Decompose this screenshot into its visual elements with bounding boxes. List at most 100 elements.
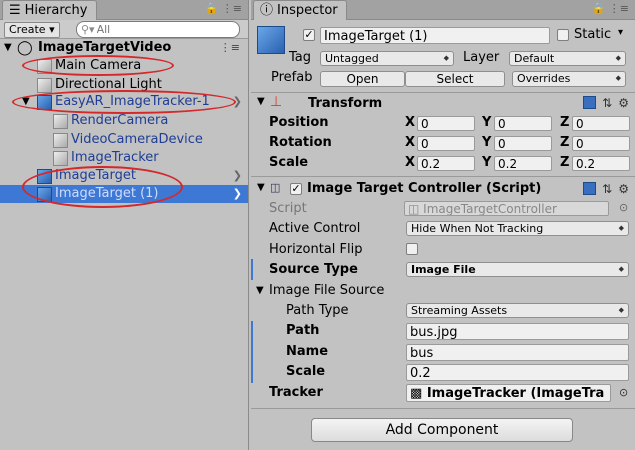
expand-arrow-icon[interactable]: ▼: [4, 39, 12, 57]
transform-header-icons: ⇅ ⚙: [583, 96, 629, 110]
rotation-x-value: 0: [421, 137, 429, 151]
search-input[interactable]: [94, 22, 219, 37]
chevron-right-icon[interactable]: ❯: [233, 93, 242, 111]
static-dropdown-arrow-icon[interactable]: ▾: [618, 27, 623, 38]
tab-hierarchy[interactable]: ☰ Hierarchy: [2, 0, 97, 20]
tracker-field[interactable]: ▩ ImageTracker (ImageTra: [406, 384, 611, 402]
transform-title: Transform: [308, 96, 383, 111]
hierarchy-item-main-camera[interactable]: Main Camera: [0, 57, 248, 75]
hierarchy-item-image-target[interactable]: ImageTarget ❯: [0, 167, 248, 185]
scale-z-field[interactable]: 0.2: [572, 156, 630, 171]
hierarchy-search[interactable]: ⚲▾: [76, 21, 240, 38]
divider: [251, 408, 635, 409]
item-label: EasyAR_ImageTracker-1: [55, 94, 210, 109]
lock-icon[interactable]: 🔒: [205, 2, 219, 15]
script-value: ImageTargetController: [423, 202, 557, 216]
static-label: Static: [574, 27, 612, 42]
static-checkbox[interactable]: [557, 29, 569, 41]
tag-value: Untagged: [325, 52, 379, 65]
prefab-overrides-dropdown[interactable]: Overrides: [512, 71, 626, 87]
expand-arrow-icon[interactable]: ▼: [22, 93, 30, 111]
position-z-value: 0: [576, 117, 584, 131]
menu-icon[interactable]: ⋮≡: [222, 2, 242, 15]
tag-label: Tag: [289, 50, 312, 65]
script-icon: ◫: [270, 181, 281, 194]
item-label: Main Camera: [55, 58, 142, 73]
hierarchy-tab-controls: 🔒 ⋮≡: [205, 2, 242, 15]
image-file-source-label: Image File Source: [269, 283, 385, 298]
rotation-z-field[interactable]: 0: [572, 136, 630, 151]
create-label: Create: [9, 23, 46, 36]
hierarchy-item-render-camera[interactable]: RenderCamera: [0, 112, 248, 130]
add-component-button[interactable]: Add Component: [311, 418, 573, 442]
object-picker-icon[interactable]: ⊙: [619, 386, 628, 399]
script-file-icon: ◫: [408, 202, 420, 216]
tracker-value: ImageTracker (ImageTra: [426, 386, 605, 401]
chevron-right-icon[interactable]: ❯: [233, 185, 242, 203]
rotation-x-field[interactable]: 0: [417, 136, 475, 151]
path-label: Path: [286, 323, 320, 338]
tag-dropdown[interactable]: Untagged: [320, 51, 454, 66]
gameobject-icon: [37, 59, 52, 74]
help-book-icon[interactable]: [583, 96, 597, 109]
prefab-overrides-label: Overrides: [517, 72, 571, 85]
gear-icon[interactable]: ⚙: [618, 182, 629, 196]
gear-icon[interactable]: ⚙: [618, 96, 629, 110]
scale-x-field[interactable]: 0.2: [417, 156, 475, 171]
path-type-label: Path Type: [286, 303, 349, 318]
expand-arrow-icon[interactable]: ▼: [257, 182, 265, 193]
position-x-field[interactable]: 0: [417, 116, 475, 131]
preset-icon[interactable]: ⇅: [602, 96, 612, 110]
search-icon: ⚲▾: [81, 23, 95, 36]
help-book-icon[interactable]: [583, 182, 597, 195]
menu-icon[interactable]: ⋮≡: [609, 2, 629, 15]
name-field[interactable]: bus: [406, 344, 629, 361]
tracker-label: Tracker: [269, 385, 323, 400]
object-picker-icon[interactable]: ⊙: [619, 201, 628, 214]
horizontal-flip-checkbox[interactable]: [406, 243, 418, 255]
component-enabled-checkbox[interactable]: ✓: [290, 183, 302, 195]
hierarchy-item-video-camera-device[interactable]: VideoCameraDevice: [0, 131, 248, 149]
position-y-label: Y: [482, 115, 492, 130]
hierarchy-item-image-tracker[interactable]: ImageTracker: [0, 149, 248, 167]
path-type-dropdown[interactable]: Streaming Assets: [406, 303, 629, 318]
source-type-dropdown[interactable]: Image File: [406, 262, 629, 277]
hierarchy-item-directional-light[interactable]: Directional Light: [0, 76, 248, 94]
active-checkbox[interactable]: ✓: [303, 29, 315, 41]
lock-icon[interactable]: 🔒: [592, 2, 606, 15]
scene-row[interactable]: ▼ ◯ ImageTargetVideo ⋮≡: [0, 39, 248, 57]
expand-arrow-icon[interactable]: ▼: [256, 285, 264, 296]
scale-y-field[interactable]: 0.2: [494, 156, 552, 171]
rotation-x-label: X: [405, 135, 416, 150]
chevron-right-icon[interactable]: ❯: [233, 167, 242, 185]
position-y-field[interactable]: 0: [494, 116, 552, 131]
path-field[interactable]: bus.jpg: [406, 323, 629, 340]
tab-inspector[interactable]: ⓘ Inspector: [253, 0, 347, 20]
position-x-label: X: [405, 115, 416, 130]
expand-arrow-icon[interactable]: ▼: [257, 96, 265, 107]
hierarchy-panel: ☰ Hierarchy 🔒 ⋮≡ Create ▾ ⚲▾ ▼ ◯ ImageTa…: [0, 0, 249, 450]
object-name-field[interactable]: ImageTarget (1): [320, 27, 550, 44]
object-name-text: ImageTarget (1): [324, 29, 428, 44]
preset-icon[interactable]: ⇅: [602, 182, 612, 196]
gameobject-icon: [37, 78, 52, 93]
inspector-tab-controls: 🔒 ⋮≡: [592, 2, 629, 15]
hierarchy-item-easyar-imagetracker[interactable]: ▼ EasyAR_ImageTracker-1 ❯: [0, 93, 248, 111]
hierarchy-item-image-target-1[interactable]: ImageTarget (1) ❯: [0, 185, 248, 203]
transform-icon: ⊥: [270, 94, 283, 110]
prefab-open-button[interactable]: Open: [320, 71, 405, 87]
create-button[interactable]: Create ▾: [4, 22, 60, 38]
active-control-dropdown[interactable]: Hide When Not Tracking: [406, 221, 629, 236]
target-scale-field[interactable]: 0.2: [406, 364, 629, 381]
prefab-label: Prefab: [271, 70, 313, 85]
divider: [251, 176, 635, 177]
rotation-y-label: Y: [482, 135, 492, 150]
target-scale-value: 0.2: [410, 366, 431, 381]
source-type-value: Image File: [411, 263, 476, 276]
scene-menu-icon[interactable]: ⋮≡: [220, 39, 240, 57]
rotation-y-field[interactable]: 0: [494, 136, 552, 151]
item-label: Directional Light: [55, 77, 162, 92]
layer-dropdown[interactable]: Default: [509, 51, 626, 66]
prefab-select-button[interactable]: Select: [405, 71, 505, 87]
position-z-field[interactable]: 0: [572, 116, 630, 131]
